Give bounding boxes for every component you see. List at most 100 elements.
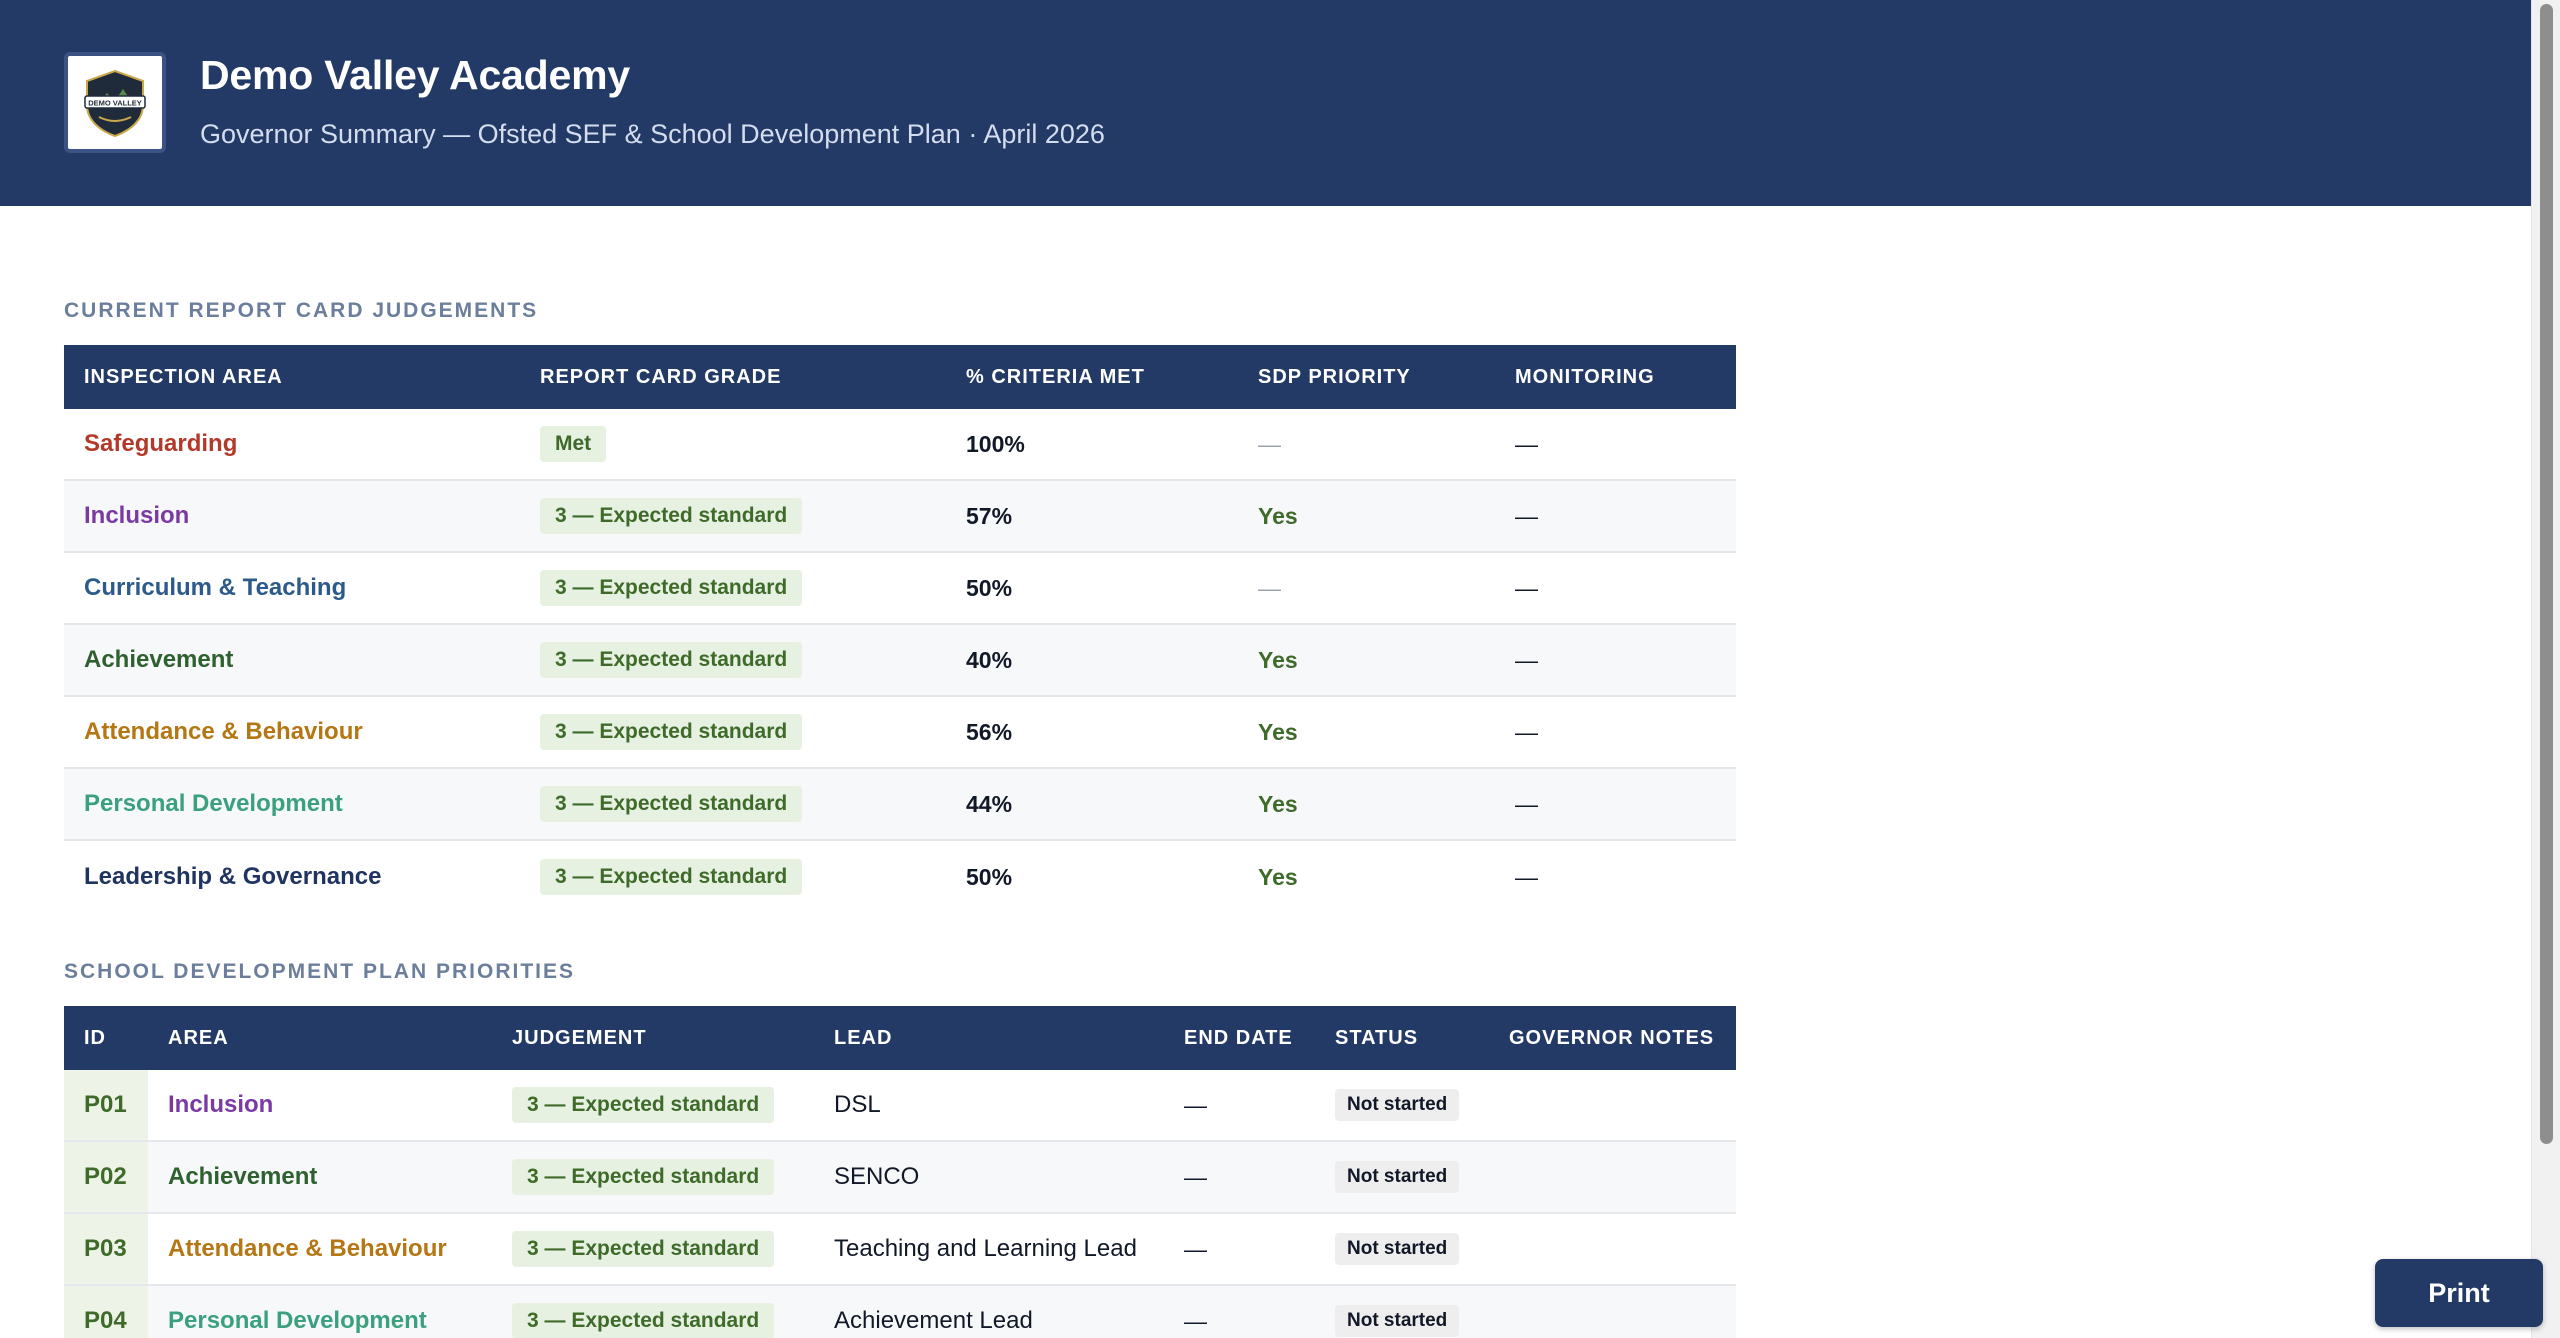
status-badge: Not started — [1335, 1161, 1460, 1193]
inspection-area: Achievement — [84, 646, 234, 673]
print-button[interactable]: Print — [2375, 1259, 2543, 1327]
sdp-section-title: SCHOOL DEVELOPMENT PLAN PRIORITIES — [64, 960, 575, 983]
logo-text: DEMO VALLEY — [88, 98, 142, 107]
inspection-area: Curriculum & Teaching — [84, 574, 347, 601]
priority-area: Attendance & Behaviour — [168, 1235, 447, 1262]
scrollbar-thumb[interactable] — [2540, 4, 2553, 1144]
inspection-area: Personal Development — [84, 790, 343, 817]
monitoring: — — [1515, 430, 1538, 457]
inspection-area: Leadership & Governance — [84, 863, 382, 890]
column-header: SDP PRIORITY — [1258, 365, 1411, 388]
table-row: Inclusion 3 — Expected standard 57% Yes … — [64, 481, 1736, 553]
grade-badge: 3 — Expected standard — [540, 786, 803, 822]
sdp-table: ID AREA JUDGEMENT LEAD END DATE STATUS G… — [64, 1006, 1736, 1338]
column-header: AREA — [168, 1026, 229, 1049]
judgement-badge: 3 — Expected standard — [512, 1231, 775, 1267]
priority-area: Inclusion — [168, 1091, 274, 1118]
judgement-badge: 3 — Expected standard — [512, 1159, 775, 1195]
column-header: INSPECTION AREA — [84, 365, 283, 388]
sdp-priority: Yes — [1258, 502, 1298, 529]
priority-id: P04 — [64, 1286, 148, 1338]
priority-area: Achievement — [168, 1163, 318, 1190]
monitoring: — — [1515, 646, 1538, 673]
end-date: — — [1184, 1163, 1207, 1190]
monitoring: — — [1515, 863, 1538, 890]
criteria-met: 57% — [966, 502, 1013, 529]
table-row: Curriculum & Teaching 3 — Expected stand… — [64, 553, 1736, 625]
column-header: LEAD — [834, 1026, 893, 1049]
column-header: GOVERNOR NOTES — [1509, 1026, 1715, 1049]
sdp-table-header: ID AREA JUDGEMENT LEAD END DATE STATUS G… — [64, 1006, 1736, 1070]
criteria-met: 50% — [966, 863, 1013, 890]
grade-badge: Met — [540, 426, 607, 462]
lead: DSL — [834, 1091, 881, 1118]
sdp-priority: Yes — [1258, 790, 1298, 817]
criteria-met: 50% — [966, 574, 1013, 601]
criteria-met: 44% — [966, 790, 1013, 817]
table-row: P01 Inclusion 3 — Expected standard DSL … — [64, 1070, 1736, 1142]
grade-badge: 3 — Expected standard — [540, 642, 803, 678]
page-header: DEMO VALLEY Demo Valley Academy Governor… — [0, 0, 2531, 206]
end-date: — — [1184, 1091, 1207, 1118]
column-header: REPORT CARD GRADE — [540, 365, 782, 388]
table-row: P04 Personal Development 3 — Expected st… — [64, 1286, 1736, 1338]
inspection-area: Inclusion — [84, 502, 190, 529]
judgement-badge: 3 — Expected standard — [512, 1087, 775, 1123]
governor-notes — [1489, 1286, 1736, 1338]
inspection-area: Safeguarding — [84, 430, 238, 457]
column-header: ID — [84, 1026, 106, 1049]
grade-badge: 3 — Expected standard — [540, 859, 803, 895]
page-title: Demo Valley Academy — [200, 52, 630, 98]
sdp-priority: — — [1258, 430, 1281, 457]
priority-id: P01 — [64, 1070, 148, 1140]
governor-notes — [1489, 1214, 1736, 1284]
grade-badge: 3 — Expected standard — [540, 498, 803, 534]
sdp-priority: — — [1258, 574, 1281, 601]
sdp-priority: Yes — [1258, 646, 1298, 673]
grade-badge: 3 — Expected standard — [540, 714, 803, 750]
status-badge: Not started — [1335, 1089, 1460, 1121]
monitoring: — — [1515, 502, 1538, 529]
judgements-table: INSPECTION AREA REPORT CARD GRADE % CRIT… — [64, 345, 1736, 913]
column-header: END DATE — [1184, 1026, 1293, 1049]
column-header: STATUS — [1335, 1026, 1419, 1049]
lead: Teaching and Learning Lead — [834, 1235, 1137, 1262]
sdp-priority: Yes — [1258, 718, 1298, 745]
page-subtitle: Governor Summary — Ofsted SEF & School D… — [200, 119, 1105, 149]
governor-notes — [1489, 1070, 1736, 1140]
end-date: — — [1184, 1235, 1207, 1262]
page-scrollbar[interactable] — [2531, 0, 2560, 1338]
status-badge: Not started — [1335, 1233, 1460, 1265]
judgements-section-title: CURRENT REPORT CARD JUDGEMENTS — [64, 299, 539, 322]
criteria-met: 40% — [966, 646, 1013, 673]
governor-notes — [1489, 1142, 1736, 1212]
table-row: Personal Development 3 — Expected standa… — [64, 769, 1736, 841]
priority-id: P02 — [64, 1142, 148, 1212]
grade-badge: 3 — Expected standard — [540, 570, 803, 606]
column-header: % CRITERIA MET — [966, 365, 1145, 388]
status-badge: Not started — [1335, 1305, 1460, 1337]
judgement-badge: 3 — Expected standard — [512, 1303, 775, 1338]
monitoring: — — [1515, 574, 1538, 601]
monitoring: — — [1515, 790, 1538, 817]
end-date: — — [1184, 1307, 1207, 1334]
priority-id: P03 — [64, 1214, 148, 1284]
table-row: Leadership & Governance 3 — Expected sta… — [64, 841, 1736, 913]
school-crest-icon: DEMO VALLEY — [84, 69, 146, 137]
table-row: P02 Achievement 3 — Expected standard SE… — [64, 1142, 1736, 1214]
lead: SENCO — [834, 1163, 920, 1190]
sdp-priority: Yes — [1258, 863, 1298, 890]
table-row: Achievement 3 — Expected standard 40% Ye… — [64, 625, 1736, 697]
table-row: P03 Attendance & Behaviour 3 — Expected … — [64, 1214, 1736, 1286]
monitoring: — — [1515, 718, 1538, 745]
inspection-area: Attendance & Behaviour — [84, 718, 363, 745]
table-row: Safeguarding Met 100% — — — [64, 409, 1736, 481]
criteria-met: 56% — [966, 718, 1013, 745]
priority-area: Personal Development — [168, 1307, 427, 1334]
column-header: JUDGEMENT — [512, 1026, 647, 1049]
column-header: MONITORING — [1515, 365, 1655, 388]
criteria-met: 100% — [966, 430, 1025, 457]
school-logo: DEMO VALLEY — [64, 52, 166, 153]
table-row: Attendance & Behaviour 3 — Expected stan… — [64, 697, 1736, 769]
judgements-table-header: INSPECTION AREA REPORT CARD GRADE % CRIT… — [64, 345, 1736, 409]
